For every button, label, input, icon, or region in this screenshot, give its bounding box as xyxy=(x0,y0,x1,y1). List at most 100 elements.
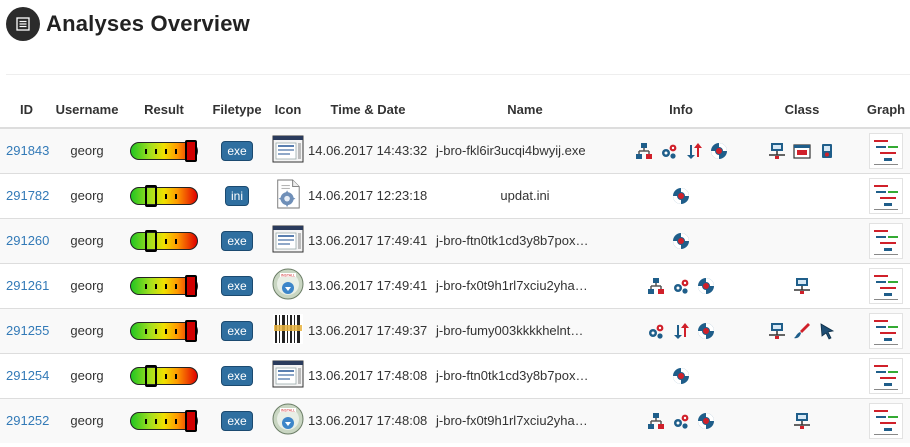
behavior-graph-thumbnail[interactable] xyxy=(869,402,903,439)
barcode-file-icon xyxy=(272,313,304,348)
svg-text:INSTALL: INSTALL xyxy=(281,409,295,413)
filetype-badge: exe xyxy=(221,320,253,341)
column-header-name[interactable]: Name xyxy=(430,92,620,129)
column-header-username[interactable]: Username xyxy=(50,92,124,129)
table-row[interactable]: 291252 georg exe INSTALL 13.06.2017 17:48:08… xyxy=(0,397,910,443)
list-icon xyxy=(6,7,40,41)
column-header-graph[interactable]: Graph xyxy=(862,92,910,129)
result-cell xyxy=(124,352,204,398)
datetime-cell: 13.06.2017 17:48:08 xyxy=(306,352,430,398)
filetype-badge: exe xyxy=(221,410,253,431)
class-cell xyxy=(742,172,862,218)
column-header-icon[interactable]: Icon xyxy=(270,92,306,129)
threat-score-indicator xyxy=(144,184,157,207)
result-cell xyxy=(124,262,204,308)
threat-score-meter xyxy=(130,409,198,432)
column-header-time-date[interactable]: Time & Date xyxy=(306,92,430,129)
id-cell: 291260 xyxy=(0,217,50,263)
analysis-id-link[interactable]: 291782 xyxy=(6,188,49,203)
table-row[interactable]: 291843 georg exe 14.06.2017 14:43:32 j-bro-f… xyxy=(0,127,910,173)
filename-cell: j-bro-fx0t9h1rl7xciu2yha… xyxy=(430,397,620,443)
threat-score-meter xyxy=(130,274,198,297)
username-cell: georg xyxy=(50,217,124,263)
filetype-cell: exe xyxy=(204,262,270,308)
filetype-badge: ini xyxy=(224,185,249,206)
table-row[interactable]: 291260 georg exe 13.06.2017 17:49:41 j-bro-f… xyxy=(0,217,910,263)
config-file-icon xyxy=(274,179,302,212)
lifebuoy-icon xyxy=(697,412,715,430)
class-cell xyxy=(742,307,862,353)
analysis-id-link[interactable]: 291843 xyxy=(6,143,49,158)
threat-score-indicator xyxy=(185,319,197,342)
installer-disc-icon: INSTALL xyxy=(272,268,304,303)
id-cell: 291261 xyxy=(0,262,50,308)
column-header-class[interactable]: Class xyxy=(742,92,862,129)
behavior-graph-thumbnail[interactable] xyxy=(869,222,903,259)
process-tree-icon xyxy=(647,412,665,430)
datetime-cell: 13.06.2017 17:49:41 xyxy=(306,217,430,263)
table-row[interactable]: 291254 georg exe 13.06.2017 17:48:08 j-bro-f… xyxy=(0,352,910,398)
info-cell xyxy=(620,397,742,443)
username-cell: georg xyxy=(50,262,124,308)
lifebuoy-icon xyxy=(672,367,690,385)
column-header-info[interactable]: Info xyxy=(620,92,742,129)
icon-cell xyxy=(270,307,306,353)
analysis-id-link[interactable]: 291261 xyxy=(6,278,49,293)
process-tree-icon xyxy=(647,277,665,295)
graph-cell xyxy=(862,172,910,218)
behavior-graph-thumbnail[interactable] xyxy=(869,267,903,304)
application-window-icon xyxy=(272,225,304,256)
monitor-network-icon xyxy=(768,322,786,340)
filetype-cell: ini xyxy=(204,172,270,218)
result-cell xyxy=(124,397,204,443)
application-window-icon xyxy=(272,360,304,391)
behavior-graph-thumbnail[interactable] xyxy=(869,312,903,349)
result-cell xyxy=(124,307,204,353)
info-cell xyxy=(620,172,742,218)
icon-cell xyxy=(270,352,306,398)
threat-score-indicator xyxy=(185,274,197,297)
username-cell: georg xyxy=(50,397,124,443)
analysis-id-link[interactable]: 291254 xyxy=(6,368,49,383)
table-header-row: ID Username Result Filetype Icon Time & … xyxy=(0,92,910,129)
icon-cell: INSTALL xyxy=(270,397,306,443)
table-row[interactable]: 291261 georg exe INSTALL 13.06.2017 17:49:41… xyxy=(0,262,910,308)
filetype-cell: exe xyxy=(204,397,270,443)
installer-disc-icon: INSTALL xyxy=(272,403,304,438)
graph-cell xyxy=(862,352,910,398)
column-header-filetype[interactable]: Filetype xyxy=(204,92,270,129)
column-header-result[interactable]: Result xyxy=(124,92,204,129)
filename-cell: j-bro-fx0t9h1rl7xciu2yha… xyxy=(430,262,620,308)
analysis-id-link[interactable]: 291252 xyxy=(6,413,49,428)
brush-icon xyxy=(793,322,811,340)
username-cell: georg xyxy=(50,352,124,398)
analysis-id-link[interactable]: 291255 xyxy=(6,323,49,338)
header-divider xyxy=(6,74,910,75)
filename-cell: j-bro-fumy003kkkkhelnt… xyxy=(430,307,620,353)
table-row[interactable]: 291782 georg ini 14.06.2017 12:23:18 updat.i… xyxy=(0,172,910,218)
behavior-graph-thumbnail[interactable] xyxy=(869,357,903,394)
behavior-graph-thumbnail[interactable] xyxy=(869,132,903,169)
column-header-id[interactable]: ID xyxy=(0,92,50,129)
graph-cell xyxy=(862,127,910,173)
filetype-badge: exe xyxy=(221,365,253,386)
svg-text:INSTALL: INSTALL xyxy=(281,274,295,278)
filename-cell: j-bro-ftn0tk1cd3y8b7pox… xyxy=(430,352,620,398)
analyses-table: ID Username Result Filetype Icon Time & … xyxy=(0,92,910,443)
id-cell: 291255 xyxy=(0,307,50,353)
icon-cell xyxy=(270,172,306,218)
lifebuoy-icon xyxy=(697,322,715,340)
behavior-graph-thumbnail[interactable] xyxy=(869,177,903,214)
graph-cell xyxy=(862,307,910,353)
datetime-cell: 13.06.2017 17:48:08 xyxy=(306,397,430,443)
info-cell xyxy=(620,127,742,173)
username-cell: georg xyxy=(50,172,124,218)
filetype-cell: exe xyxy=(204,217,270,263)
application-window-icon xyxy=(272,135,304,166)
class-cell xyxy=(742,352,862,398)
analysis-id-link[interactable]: 291260 xyxy=(6,233,49,248)
table-row[interactable]: 291255 georg exe 13.06.2017 17:49:37 j-bro-f… xyxy=(0,307,910,353)
gears-icon xyxy=(672,277,690,295)
threat-score-indicator xyxy=(144,364,157,387)
graph-cell xyxy=(862,262,910,308)
